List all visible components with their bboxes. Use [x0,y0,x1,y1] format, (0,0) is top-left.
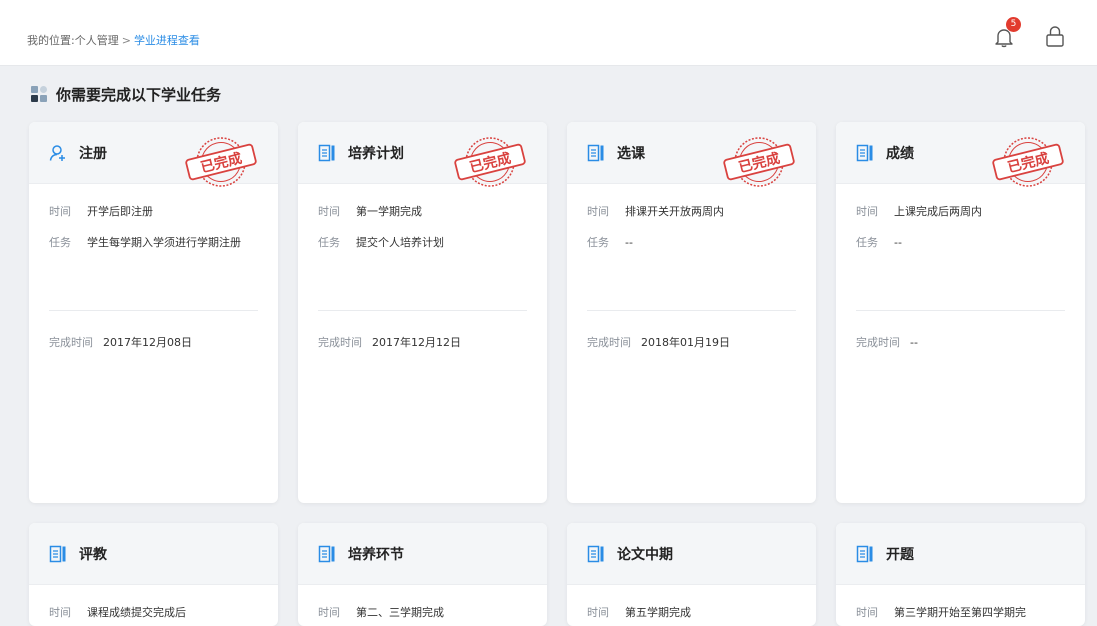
done-time-label: 完成时间 [49,336,93,349]
completed-stamp: 已完成 [454,137,526,187]
card-header: 成绩 已完成 [836,122,1085,187]
card-title: 选课 [617,146,645,162]
done-time-row: 完成时间 2018年01月19日 [587,334,730,350]
document-icon [49,545,66,563]
done-time-label: 完成时间 [587,336,631,349]
notification-badge: 5 [1006,17,1021,32]
breadcrumb-prefix: 我的位置: [27,34,75,47]
time-row: 时间 排课开关开放两周内 [587,202,724,222]
card-header: 培养环节 [298,523,547,585]
done-time-row: 完成时间 2017年12月08日 [49,334,192,350]
card-header: 注册 已完成 [29,122,278,187]
task-card-grades[interactable]: 成绩 已完成 时间 上课完成后两周内 任务 -- 完成时间 -- [836,122,1085,503]
document-icon [856,545,873,563]
task-card-midterm-thesis[interactable]: 论文中期 时间 第五学期完成 [567,523,816,626]
time-value: 第二、三学期完成 [356,606,444,619]
card-header: 选课 已完成 [567,122,816,187]
card-title: 论文中期 [617,547,673,563]
task-label: 任务 [856,236,878,249]
document-icon [318,545,335,563]
time-label: 时间 [318,606,340,619]
breadcrumb-separator: > [121,34,131,47]
time-label: 时间 [587,606,609,619]
time-label: 时间 [587,205,609,218]
completed-stamp: 已完成 [185,137,257,187]
breadcrumb-current[interactable]: 学业进程查看 [134,34,200,47]
done-time-label: 完成时间 [318,336,362,349]
card-header: 论文中期 [567,523,816,585]
time-value: 第三学期开始至第四学期完 [894,606,1026,619]
card-divider [318,310,527,311]
document-icon [587,545,604,563]
task-card-course-selection[interactable]: 选课 已完成 时间 排课开关开放两周内 任务 -- 完成时间 2018年01月19日 [567,122,816,503]
done-time-value: 2017年12月08日 [103,336,192,349]
task-value: 学生每学期入学须进行学期注册 [87,236,241,249]
card-title: 培养环节 [348,547,404,563]
done-time-label: 完成时间 [856,336,900,349]
time-row: 时间 开学后即注册 [49,202,153,222]
card-header: 评教 [29,523,278,585]
user-add-icon [49,145,65,161]
card-header: 培养计划 已完成 [298,122,547,187]
grid-icon [31,86,47,102]
card-title: 评教 [79,547,107,563]
task-row: 任务 -- [856,233,1069,253]
time-value: 课程成绩提交完成后 [87,606,186,619]
document-icon [856,144,873,162]
time-label: 时间 [49,205,71,218]
done-time-value: 2017年12月12日 [372,336,461,349]
section-title-text: 你需要完成以下学业任务 [56,85,222,104]
task-card-register[interactable]: 注册 已完成 时间 开学后即注册 任务 学生每学期入学须进行学期注册 完成时间 201… [29,122,278,503]
done-time-value: 2018年01月19日 [641,336,730,349]
time-label: 时间 [856,205,878,218]
time-row: 时间 第五学期完成 [587,603,691,623]
top-bar: 我的位置:个人管理 > 学业进程查看 5 [0,0,1097,66]
breadcrumb: 我的位置:个人管理 > 学业进程查看 [27,32,200,48]
task-card-training-stage[interactable]: 培养环节 时间 第二、三学期完成 [298,523,547,626]
task-row: 任务 -- [587,233,800,253]
time-row: 时间 课程成绩提交完成后 [49,603,186,623]
card-title: 注册 [79,146,107,162]
time-value: 上课完成后两周内 [894,205,982,218]
done-time-row: 完成时间 2017年12月12日 [318,334,461,350]
card-title: 培养计划 [348,146,404,162]
task-row: 任务 学生每学期入学须进行学期注册 [49,233,262,253]
completed-stamp: 已完成 [723,137,795,187]
section-title: 你需要完成以下学业任务 [31,84,221,104]
lock-icon[interactable] [1044,24,1066,48]
done-time-value: -- [910,336,918,349]
task-label: 任务 [318,236,340,249]
breadcrumb-item-personal[interactable]: 个人管理 [75,34,119,47]
card-title: 开题 [886,547,914,563]
time-row: 时间 第三学期开始至第四学期完 [856,603,1026,623]
time-value: 第一学期完成 [356,205,422,218]
task-row: 任务 提交个人培养计划 [318,233,531,253]
document-icon [587,144,604,162]
time-value: 开学后即注册 [87,205,153,218]
time-row: 时间 第二、三学期完成 [318,603,444,623]
card-divider [587,310,796,311]
done-time-row: 完成时间 -- [856,334,918,350]
time-label: 时间 [318,205,340,218]
time-value: 第五学期完成 [625,606,691,619]
time-label: 时间 [49,606,71,619]
time-label: 时间 [856,606,878,619]
time-row: 时间 第一学期完成 [318,202,422,222]
card-header: 开题 [836,523,1085,585]
task-label: 任务 [587,236,609,249]
task-value: -- [894,236,902,249]
card-divider [49,310,258,311]
task-card-evaluation[interactable]: 评教 时间 课程成绩提交完成后 [29,523,278,626]
card-divider [856,310,1065,311]
task-value: 提交个人培养计划 [356,236,444,249]
time-row: 时间 上课完成后两周内 [856,202,982,222]
task-label: 任务 [49,236,71,249]
completed-stamp: 已完成 [992,137,1064,187]
card-title: 成绩 [886,146,914,162]
document-icon [318,144,335,162]
task-card-proposal[interactable]: 开题 时间 第三学期开始至第四学期完 [836,523,1085,626]
time-value: 排课开关开放两周内 [625,205,724,218]
task-card-training-plan[interactable]: 培养计划 已完成 时间 第一学期完成 任务 提交个人培养计划 完成时间 2017年12… [298,122,547,503]
task-value: -- [625,236,633,249]
